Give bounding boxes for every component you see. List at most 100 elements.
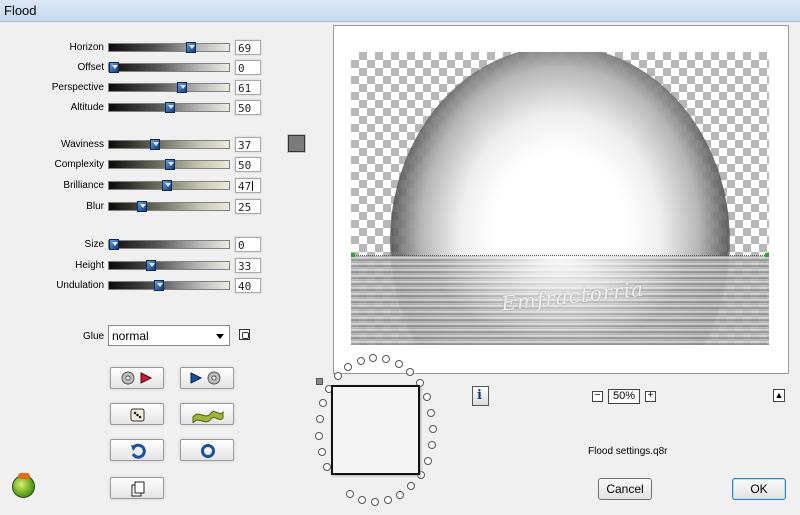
position-dot[interactable] — [407, 482, 416, 491]
copy-button[interactable] — [110, 477, 164, 499]
navigate-up-button[interactable]: ▲ — [773, 389, 785, 402]
position-dot[interactable] — [315, 415, 324, 424]
position-dot[interactable] — [406, 368, 415, 377]
ok-button[interactable]: OK — [732, 478, 786, 500]
position-dot[interactable] — [333, 372, 342, 381]
position-dot[interactable] — [394, 359, 403, 368]
blur-slider[interactable] — [108, 201, 230, 212]
position-dot[interactable] — [346, 490, 355, 499]
position-dot[interactable] — [427, 408, 436, 417]
position-dot[interactable] — [427, 441, 436, 450]
param-row-height: Height 33 — [0, 258, 270, 274]
undulation-slider[interactable] — [108, 280, 230, 291]
info-button[interactable]: i — [472, 386, 489, 406]
height-value-field[interactable]: 33 — [235, 258, 261, 273]
param-row-brilliance: Brilliance 47 — [0, 178, 270, 194]
save-button[interactable] — [180, 367, 234, 389]
height-label: Height — [75, 260, 104, 271]
perspective-slider-thumb[interactable] — [177, 82, 188, 93]
random-button[interactable] — [110, 403, 164, 425]
waviness-slider-thumb[interactable] — [150, 139, 161, 150]
param-row-complexity: Complexity 50 — [0, 157, 270, 173]
size-slider-thumb[interactable] — [109, 239, 119, 250]
glue-select-value: normal — [112, 329, 149, 343]
position-dot[interactable] — [358, 495, 367, 504]
horizon-handle-left[interactable] — [351, 253, 355, 257]
position-dot[interactable] — [422, 393, 431, 402]
preview-image[interactable]: Emfractorria — [351, 52, 769, 345]
position-dot[interactable] — [319, 399, 328, 408]
size-value-field[interactable]: 0 — [235, 237, 261, 252]
offset-value-field[interactable]: 0 — [235, 60, 261, 75]
altitude-value-field[interactable]: 50 — [235, 100, 261, 115]
position-dot[interactable] — [384, 496, 393, 505]
param-row-blur: Blur 25 — [0, 199, 270, 215]
waviness-value-field[interactable]: 37 — [235, 137, 261, 152]
waviness-label: Waviness — [61, 139, 104, 150]
reset-button[interactable] — [110, 439, 164, 461]
blur-value-field[interactable]: 25 — [235, 199, 261, 214]
title-bar: Flood — [0, 0, 800, 22]
position-dot[interactable] — [356, 356, 365, 365]
brilliance-label: Brilliance — [63, 180, 104, 191]
zoom-in-button[interactable]: + — [645, 391, 656, 402]
horizon-label: Horizon — [69, 42, 104, 53]
position-dot[interactable] — [396, 491, 405, 500]
load-button[interactable] — [110, 367, 164, 389]
offset-slider[interactable] — [108, 62, 230, 73]
disc-save-icon — [207, 371, 221, 385]
undulation-slider-thumb[interactable] — [153, 280, 164, 291]
brilliance-slider[interactable] — [108, 180, 230, 191]
altitude-label: Altitude — [70, 102, 104, 113]
position-dot[interactable] — [315, 431, 324, 440]
param-row-offset: Offset 0 — [0, 60, 270, 76]
horizon-value-field[interactable]: 69 — [235, 40, 261, 55]
offset-slider-thumb[interactable] — [109, 62, 119, 73]
link-icon[interactable] — [239, 329, 250, 340]
altitude-slider[interactable] — [108, 102, 230, 113]
position-dot[interactable] — [317, 447, 326, 456]
disc-load-icon — [121, 371, 135, 385]
height-slider[interactable] — [108, 260, 230, 271]
position-dot[interactable] — [322, 462, 331, 471]
window-title: Flood — [4, 3, 37, 18]
preview-panel[interactable]: Emfractorria — [333, 25, 789, 374]
flood-color-swatch[interactable] — [287, 134, 306, 153]
complexity-value-field[interactable]: 50 — [235, 157, 261, 172]
position-dot[interactable] — [428, 424, 437, 433]
perspective-slider[interactable] — [108, 82, 230, 93]
waviness-slider[interactable] — [108, 139, 230, 150]
blur-slider-thumb[interactable] — [137, 201, 147, 212]
ribbon-button[interactable] — [180, 403, 234, 425]
ribbon-icon — [192, 410, 224, 423]
offset-label: Offset — [77, 62, 105, 73]
complexity-slider[interactable] — [108, 159, 230, 170]
cycle-button[interactable] — [180, 439, 234, 461]
undulation-value-field[interactable]: 40 — [235, 278, 261, 293]
app-logo-icon — [12, 473, 35, 498]
brilliance-slider-thumb[interactable] — [161, 180, 172, 191]
blur-label: Blur — [86, 201, 104, 212]
cycle-icon — [201, 444, 215, 458]
param-row-waviness: Waviness 37 — [0, 137, 270, 153]
cancel-button[interactable]: Cancel — [598, 478, 652, 500]
position-dot[interactable] — [423, 456, 432, 465]
horizon-slider[interactable] — [108, 42, 230, 53]
size-label: Size — [84, 239, 104, 250]
height-slider-thumb[interactable] — [145, 260, 156, 271]
perspective-value-field[interactable]: 61 — [235, 80, 261, 95]
altitude-slider-thumb[interactable] — [165, 102, 175, 113]
zoom-level: 50% — [608, 389, 640, 404]
size-slider[interactable] — [108, 239, 230, 250]
zoom-out-button[interactable]: − — [592, 391, 603, 402]
glue-select[interactable]: normal — [108, 325, 230, 346]
horizon-handle-right[interactable] — [765, 253, 769, 257]
brilliance-value-field[interactable]: 47 — [235, 178, 261, 193]
perspective-label: Perspective — [51, 82, 104, 93]
horizon-slider-thumb[interactable] — [186, 42, 197, 53]
position-dot[interactable] — [371, 497, 380, 506]
complexity-slider-thumb[interactable] — [165, 159, 175, 170]
undulation-label: Undulation — [56, 280, 104, 291]
corner-handle[interactable] — [316, 378, 323, 385]
param-row-horizon: Horizon 69 — [0, 40, 270, 56]
